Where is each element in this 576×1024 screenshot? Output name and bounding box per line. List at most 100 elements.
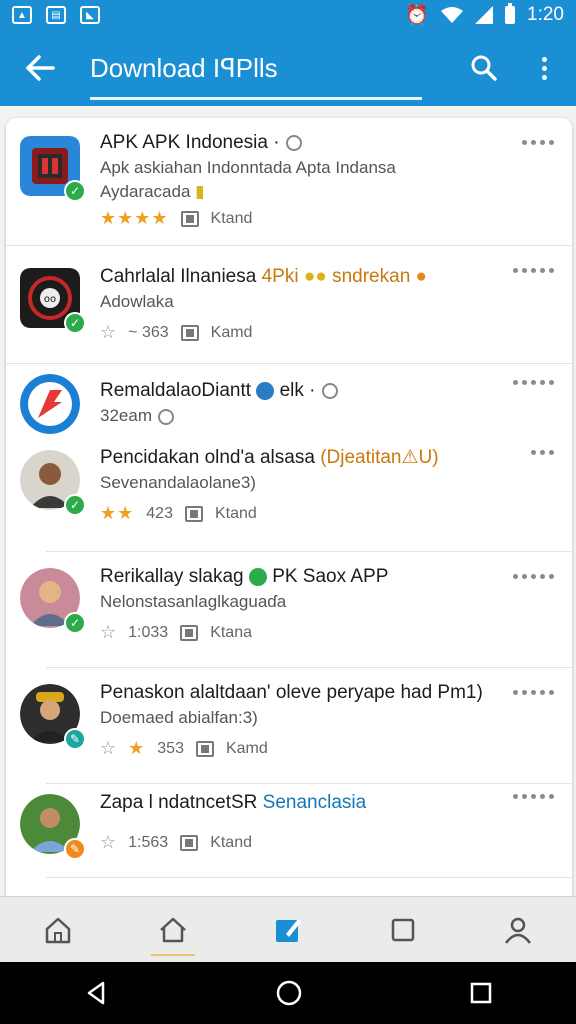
globe-icon	[321, 382, 338, 399]
item-more-button[interactable]	[531, 450, 554, 455]
tag-icon	[180, 210, 199, 227]
list-item[interactable]: ✓ APK APK Indonesia · Apk askiahan Indon…	[6, 118, 572, 246]
alarm-icon: ⏰	[405, 5, 430, 26]
folder-icon: ▮	[195, 182, 205, 201]
meta-label: Ktana	[210, 623, 252, 641]
item-title: Rerikallay slakag PK Saox APP	[100, 566, 389, 587]
nav-edit-button[interactable]	[258, 900, 318, 960]
item-more-button[interactable]	[513, 268, 554, 273]
recents-square-icon[interactable]	[469, 981, 493, 1005]
nav-apps-button[interactable]	[143, 900, 203, 960]
search-button[interactable]	[454, 30, 514, 106]
more-vert-icon	[541, 56, 547, 80]
flag-app-icon	[20, 374, 80, 434]
list-item[interactable]: ✎ Zapa l ndatncetSR Senanclasia ☆ 1:563 …	[20, 784, 572, 878]
meta-label: Ktand	[214, 504, 257, 522]
search-icon	[471, 55, 497, 81]
list-item[interactable]: oo ✓ Cahrlalal Ilnaniesa 4Pki ●● sndreka…	[6, 246, 572, 364]
item-title: Pencidakan olnd'a alsasa (Djeatitan⚠U)	[100, 447, 439, 468]
item-subtitle: Nelonstasanlaglkaguaɗa	[100, 592, 287, 611]
item-title: RemaldalaoDiantt elk ·	[100, 380, 508, 402]
download-count: ~ 363	[128, 323, 169, 341]
overflow-menu-button[interactable]	[514, 30, 574, 106]
verified-badge-icon: ✓	[64, 612, 86, 634]
globe-icon	[157, 408, 174, 425]
item-more-button[interactable]	[513, 690, 554, 695]
list-item[interactable]: RemaldalaoDiantt elk · 32eam	[6, 364, 572, 440]
meta-label: Kamd	[225, 739, 268, 757]
image-notification-icon: ◣	[80, 6, 100, 24]
wifi-icon	[441, 7, 464, 23]
item-more-button[interactable]	[513, 794, 554, 799]
item-more-button[interactable]	[513, 574, 554, 579]
star-outline-icon: ☆	[100, 622, 117, 642]
home-circle-icon[interactable]	[275, 979, 303, 1007]
bottom-navigation	[0, 896, 576, 962]
list-item[interactable]: ✓ Pencidakan olnd'a alsasa (Djeatitan⚠U)…	[20, 440, 572, 552]
download-count: 1:033	[128, 623, 169, 641]
item-more-button[interactable]	[522, 140, 554, 145]
tag-icon	[195, 740, 214, 757]
item-subtitle-2: Aydaracada ▮	[100, 182, 205, 201]
globe-icon	[285, 134, 302, 151]
tag-icon	[180, 624, 199, 641]
calendar-notification-icon: ▤	[46, 6, 66, 24]
system-navigation	[0, 962, 576, 1024]
tag-icon	[180, 834, 199, 851]
user-avatar: ✓	[20, 450, 86, 516]
edit-square-icon	[275, 918, 301, 942]
star-outline-icon: ☆	[100, 738, 117, 758]
verified-badge-icon: ✓	[64, 312, 86, 334]
info-icon	[256, 381, 275, 400]
battery-icon	[505, 3, 516, 24]
house-icon	[159, 917, 186, 942]
user-avatar: ✎	[20, 684, 86, 750]
item-title: Cahrlalal Ilnaniesa 4Pki ●● sndrekan ●	[100, 266, 428, 287]
arrow-left-icon	[26, 55, 55, 81]
item-more-button[interactable]	[513, 380, 554, 385]
star-outline-icon: ☆	[100, 832, 117, 852]
list-item[interactable]: ✓ Rerikallay slakag PK Saox APP Nelonsta…	[20, 552, 572, 668]
item-title: Zapa l ndatncetSR Senanclasia	[100, 792, 367, 813]
app-avatar: ✓	[20, 136, 86, 202]
nav-home-button[interactable]	[28, 900, 88, 960]
star-outline-icon: ☆	[100, 322, 117, 342]
item-subtitle: 32eam	[100, 406, 508, 426]
signal-icon	[475, 6, 494, 24]
nav-profile-button[interactable]	[488, 900, 548, 960]
tab-indicator	[90, 97, 422, 100]
user-avatar: ✎	[20, 794, 86, 860]
title-tab[interactable]: Download IꟼPlls	[80, 30, 422, 106]
rating-stars: ★	[128, 738, 146, 758]
meta-label: Ktand	[210, 833, 252, 851]
svg-text:oo: oo	[44, 294, 56, 305]
photo-notification-icon: ▲	[12, 6, 32, 24]
status-bar: ▲ ▤ ◣ ⏰ 1:20	[0, 0, 576, 30]
edit-badge-icon: ✎	[64, 728, 86, 750]
verified-badge-icon: ✓	[64, 494, 86, 516]
back-button[interactable]	[0, 30, 80, 106]
item-subtitle: Doemaed abialfan:3)	[100, 708, 258, 727]
nav-tabs-button[interactable]	[373, 900, 433, 960]
person-icon	[505, 917, 532, 944]
app-bar: Download IꟼPlls	[0, 30, 576, 106]
meta-label: Ktand	[210, 209, 253, 227]
list-item[interactable]: ✎ Penaskon alaltdaan' oleve peryape had …	[20, 668, 572, 784]
meta-label: Kamd	[210, 323, 253, 341]
back-triangle-icon[interactable]	[83, 980, 109, 1006]
rating-stars: ★★★★	[100, 208, 169, 228]
emoji-icon: ●●	[303, 266, 327, 287]
page-title: Download IꟼPlls	[90, 52, 278, 83]
item-title: Penaskon alaltdaan' oleve peryape had Pm…	[100, 682, 483, 703]
item-subtitle: Adowlaka	[100, 292, 174, 311]
download-count: 1:563	[128, 833, 169, 851]
tag-icon	[184, 505, 203, 522]
download-count: 353	[157, 739, 184, 757]
download-count: 423	[146, 504, 173, 522]
item-title: APK APK Indonesia ·	[100, 132, 508, 154]
item-subtitle: Sevenandalaolane3)	[100, 473, 256, 492]
verified-badge-icon: ✓	[64, 180, 86, 202]
home-icon	[45, 917, 70, 943]
emoji-icon: ●	[415, 266, 428, 287]
rating-stars: ★★	[100, 503, 135, 523]
